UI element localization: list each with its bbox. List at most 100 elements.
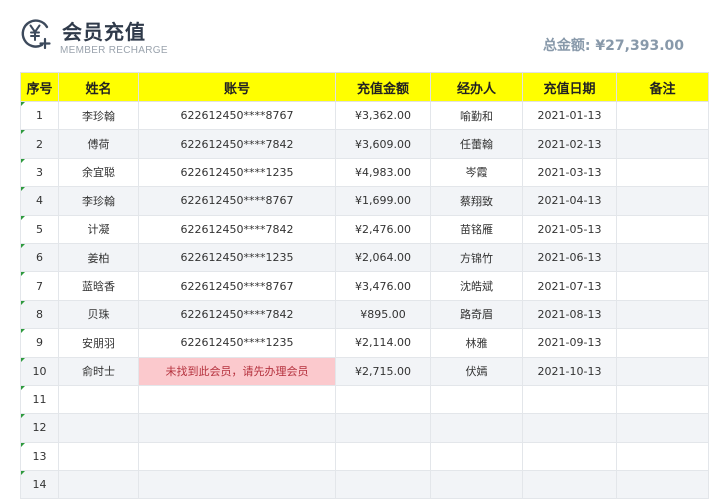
account-cell[interactable] (138, 441, 336, 472)
amount-cell[interactable]: ¥2,064.00 (335, 242, 431, 273)
date-cell[interactable]: 2021-10-13 (522, 356, 617, 386)
note-cell[interactable] (616, 470, 709, 499)
table-row[interactable]: 7 蓝晗香 622612450****8767 ¥3,476.00 沈皓斌 2021-07… (20, 271, 709, 301)
date-cell[interactable]: 2021-07-13 (522, 271, 617, 301)
note-cell[interactable] (616, 413, 709, 443)
table-row[interactable]: 1 李珍翰 622612450****8767 ¥3,362.00 喻勤和 2021-01… (20, 100, 709, 131)
row-index-cell[interactable]: 14 (20, 470, 59, 499)
name-cell[interactable] (58, 413, 139, 443)
date-cell[interactable] (522, 441, 617, 472)
row-index-cell[interactable]: 12 (20, 413, 59, 443)
row-index-cell[interactable]: 6 (20, 242, 59, 273)
amount-cell[interactable]: ¥2,715.00 (335, 356, 431, 386)
note-cell[interactable] (616, 157, 709, 188)
agent-cell[interactable]: 岑霞 (430, 157, 523, 188)
name-cell[interactable] (58, 441, 139, 472)
name-cell[interactable]: 贝珠 (58, 299, 139, 330)
date-cell[interactable]: 2021-05-13 (522, 214, 617, 244)
column-header[interactable]: 经办人 (430, 72, 523, 102)
account-cell[interactable] (138, 413, 336, 443)
date-cell[interactable]: 2021-03-13 (522, 157, 617, 188)
agent-cell[interactable]: 喻勤和 (430, 100, 523, 131)
note-cell[interactable] (616, 186, 709, 216)
date-cell[interactable] (522, 384, 617, 415)
table-row[interactable]: 12 (20, 413, 709, 443)
note-cell[interactable] (616, 299, 709, 330)
row-index-cell[interactable]: 13 (20, 441, 59, 472)
member-not-found-warning[interactable]: 未找到此会员，请先办理会员 (138, 356, 336, 386)
table-row[interactable]: 8 贝珠 622612450****7842 ¥895.00 路奇眉 2021-08-13 (20, 299, 709, 330)
name-cell[interactable] (58, 384, 139, 415)
note-cell[interactable] (616, 100, 709, 131)
name-cell[interactable]: 计凝 (58, 214, 139, 244)
note-cell[interactable] (616, 242, 709, 273)
date-cell[interactable]: 2021-01-13 (522, 100, 617, 131)
note-cell[interactable] (616, 384, 709, 415)
account-cell[interactable]: 622612450****1235 (138, 157, 336, 188)
amount-cell[interactable] (335, 441, 431, 472)
amount-cell[interactable] (335, 413, 431, 443)
column-header[interactable]: 账号 (138, 72, 336, 102)
note-cell[interactable] (616, 441, 709, 472)
row-index-cell[interactable]: 1 (20, 100, 59, 131)
column-header[interactable]: 充值日期 (522, 72, 617, 102)
row-index-cell[interactable]: 8 (20, 299, 59, 330)
column-header[interactable]: 备注 (616, 72, 709, 102)
row-index-cell[interactable]: 9 (20, 328, 59, 358)
date-cell[interactable]: 2021-04-13 (522, 186, 617, 216)
note-cell[interactable] (616, 271, 709, 301)
agent-cell[interactable]: 林雅 (430, 328, 523, 358)
name-cell[interactable]: 蓝晗香 (58, 271, 139, 301)
amount-cell[interactable] (335, 384, 431, 415)
table-row[interactable]: 11 (20, 384, 709, 415)
row-index-cell[interactable]: 10 (20, 356, 59, 386)
account-cell[interactable] (138, 470, 336, 499)
date-cell[interactable] (522, 413, 617, 443)
amount-cell[interactable]: ¥2,114.00 (335, 328, 431, 358)
row-index-cell[interactable]: 5 (20, 214, 59, 244)
account-cell[interactable]: 622612450****8767 (138, 100, 336, 131)
row-index-cell[interactable]: 11 (20, 384, 59, 415)
column-header[interactable]: 序号 (20, 72, 59, 102)
row-index-cell[interactable]: 2 (20, 129, 59, 159)
account-cell[interactable]: 622612450****7842 (138, 299, 336, 330)
table-row[interactable]: 14 (20, 470, 709, 499)
table-row[interactable]: 6 姜柏 622612450****1235 ¥2,064.00 方锦竹 2021-06-… (20, 242, 709, 273)
agent-cell[interactable]: 任蕾翰 (430, 129, 523, 159)
account-cell[interactable] (138, 384, 336, 415)
amount-cell[interactable]: ¥1,699.00 (335, 186, 431, 216)
name-cell[interactable] (58, 470, 139, 499)
column-header[interactable]: 姓名 (58, 72, 139, 102)
account-cell[interactable]: 622612450****8767 (138, 186, 336, 216)
table-row[interactable]: 2 傅荷 622612450****7842 ¥3,609.00 任蕾翰 2021-02-… (20, 129, 709, 159)
row-index-cell[interactable]: 3 (20, 157, 59, 188)
amount-cell[interactable]: ¥3,609.00 (335, 129, 431, 159)
name-cell[interactable]: 李珍翰 (58, 100, 139, 131)
date-cell[interactable]: 2021-06-13 (522, 242, 617, 273)
name-cell[interactable]: 俞时士 (58, 356, 139, 386)
table-row[interactable]: 13 (20, 441, 709, 472)
agent-cell[interactable]: 苗铭雁 (430, 214, 523, 244)
name-cell[interactable]: 姜柏 (58, 242, 139, 273)
date-cell[interactable] (522, 470, 617, 499)
table-row[interactable]: 4 李珍翰 622612450****8767 ¥1,699.00 蔡翔致 2021-04… (20, 186, 709, 216)
agent-cell[interactable] (430, 384, 523, 415)
table-row[interactable]: 3 余宜聪 622612450****1235 ¥4,983.00 岑霞 2021-03-… (20, 157, 709, 188)
agent-cell[interactable] (430, 441, 523, 472)
name-cell[interactable]: 安朋羽 (58, 328, 139, 358)
table-row[interactable]: 9 安朋羽 622612450****1235 ¥2,114.00 林雅 2021-09-… (20, 328, 709, 358)
amount-cell[interactable]: ¥3,362.00 (335, 100, 431, 131)
table-row[interactable]: 10 俞时士 未找到此会员，请先办理会员 ¥2,715.00 伏嫣 2021-10-13 (20, 356, 709, 386)
amount-cell[interactable] (335, 470, 431, 499)
name-cell[interactable]: 李珍翰 (58, 186, 139, 216)
account-cell[interactable]: 622612450****8767 (138, 271, 336, 301)
note-cell[interactable] (616, 328, 709, 358)
account-cell[interactable]: 622612450****1235 (138, 328, 336, 358)
date-cell[interactable]: 2021-09-13 (522, 328, 617, 358)
agent-cell[interactable]: 伏嫣 (430, 356, 523, 386)
date-cell[interactable]: 2021-08-13 (522, 299, 617, 330)
name-cell[interactable]: 傅荷 (58, 129, 139, 159)
amount-cell[interactable]: ¥3,476.00 (335, 271, 431, 301)
amount-cell[interactable]: ¥895.00 (335, 299, 431, 330)
date-cell[interactable]: 2021-02-13 (522, 129, 617, 159)
